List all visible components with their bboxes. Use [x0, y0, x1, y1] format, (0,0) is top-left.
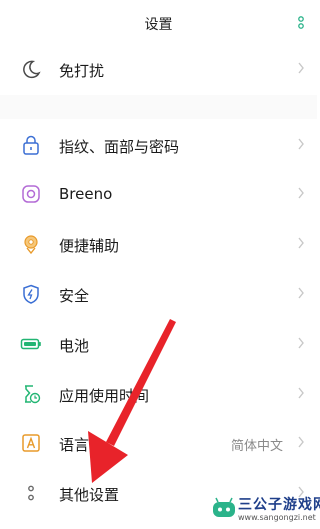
settings-item-label: 安全 [59, 287, 90, 305]
chevron-right-icon [298, 387, 304, 399]
dots-icon [28, 485, 34, 501]
language-icon [22, 434, 40, 452]
hourglass-icon [25, 385, 41, 404]
settings-item-label: Breeno [59, 185, 113, 203]
settings-item-label: 应用使用时间 [59, 387, 150, 405]
watermark-url: www.sangongzi.net [238, 513, 316, 522]
settings-item-language[interactable]: 语言 简体中文 [0, 418, 317, 468]
watermark: 三公子游戏网 www.sangongzi.net [212, 493, 320, 527]
settings-item-label: 语言 [59, 436, 90, 454]
moon-icon [23, 60, 41, 79]
watermark-name: 三公子游戏网 [238, 497, 320, 513]
search-icon[interactable] [297, 15, 305, 31]
breeno-icon [22, 185, 40, 203]
hand-icon [24, 235, 38, 255]
header-bar: 设置 [0, 0, 317, 46]
settings-item-breeno[interactable]: Breeno [0, 169, 317, 219]
settings-item-dnd[interactable]: 免打扰 [0, 44, 317, 94]
settings-item-label: 便捷辅助 [59, 237, 120, 255]
settings-item-app-usage[interactable]: 应用使用时间 [0, 369, 317, 419]
language-value: 简体中文 [230, 439, 283, 454]
chevron-right-icon [298, 287, 304, 299]
chevron-right-icon [298, 138, 304, 150]
settings-item-battery[interactable]: 电池 [0, 319, 317, 369]
chevron-right-icon [298, 337, 304, 349]
settings-item-label: 电池 [59, 337, 90, 355]
section-divider [0, 95, 317, 119]
chevron-right-icon [298, 62, 304, 74]
settings-item-label: 指纹、面部与密码 [59, 138, 180, 156]
shield-icon [23, 284, 39, 304]
battery-icon [20, 338, 41, 350]
chevron-right-icon [298, 237, 304, 249]
settings-item-accessibility[interactable]: 便捷辅助 [0, 219, 317, 269]
settings-item-safety[interactable]: 安全 [0, 269, 317, 319]
lock-icon [23, 135, 39, 155]
page-title: 设置 [144, 17, 173, 33]
settings-item-security-id[interactable]: 指纹、面部与密码 [0, 120, 317, 170]
settings-item-label: 其他设置 [59, 486, 120, 504]
settings-item-label: 免打扰 [59, 62, 105, 80]
chevron-right-icon [298, 187, 304, 199]
watermark-logo-icon [213, 497, 235, 517]
chevron-right-icon [298, 436, 304, 448]
